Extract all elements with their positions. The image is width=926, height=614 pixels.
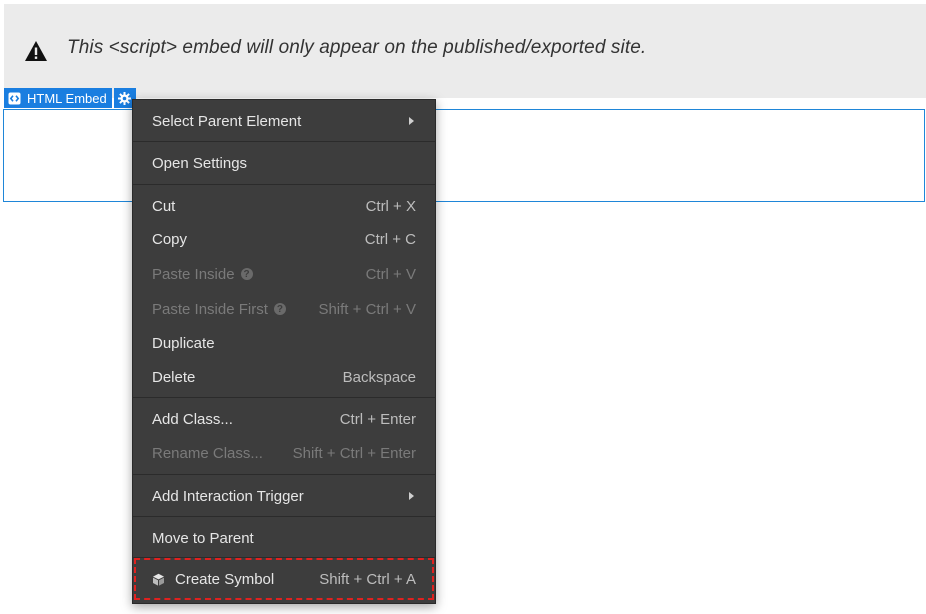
context-menu: Select Parent Element Open Settings Cut … bbox=[132, 99, 436, 604]
menu-item-paste-inside-first[interactable]: Paste Inside First ? Shift + Ctrl + V bbox=[133, 293, 435, 325]
element-badge: HTML Embed bbox=[4, 88, 136, 108]
menu-item-label: Cut bbox=[152, 197, 176, 215]
menu-item-add-class[interactable]: Add Class... Ctrl + Enter bbox=[133, 403, 435, 435]
menu-divider bbox=[133, 397, 435, 398]
help-icon[interactable]: ? bbox=[240, 268, 253, 280]
menu-item-shortcut: Ctrl + C bbox=[364, 230, 416, 248]
menu-item-rename-class[interactable]: Rename Class... Shift + Ctrl + Enter bbox=[133, 437, 435, 469]
menu-item-label: Open Settings bbox=[152, 154, 248, 172]
menu-item-label: Duplicate bbox=[152, 334, 215, 352]
menu-item-label-wrap: Paste Inside First ? bbox=[152, 301, 286, 318]
menu-item-move-to-parent[interactable]: Move to Parent bbox=[133, 522, 435, 554]
menu-item-shortcut: Ctrl + X bbox=[365, 197, 416, 215]
menu-item-label: Copy bbox=[152, 230, 188, 248]
menu-item-label-wrap: Paste Inside ? bbox=[152, 266, 253, 283]
help-icon[interactable]: ? bbox=[273, 303, 286, 315]
menu-divider bbox=[133, 141, 435, 142]
menu-item-duplicate[interactable]: Duplicate bbox=[133, 327, 435, 359]
menu-item-open-settings[interactable]: Open Settings bbox=[133, 147, 435, 179]
menu-item-select-parent-element[interactable]: Select Parent Element bbox=[133, 105, 435, 137]
menu-item-label: Move to Parent bbox=[152, 529, 254, 547]
menu-item-shortcut: Ctrl + V bbox=[365, 265, 416, 283]
menu-item-paste-inside[interactable]: Paste Inside ? Ctrl + V bbox=[133, 258, 435, 290]
submenu-arrow-icon bbox=[409, 117, 414, 125]
submenu-arrow-icon bbox=[409, 492, 414, 500]
symbol-cube-icon bbox=[153, 573, 164, 586]
menu-item-shortcut: Shift + Ctrl + V bbox=[318, 300, 416, 318]
embed-icon bbox=[8, 92, 21, 104]
menu-item-label: Paste Inside First bbox=[152, 300, 268, 318]
menu-item-shortcut: Backspace bbox=[342, 368, 416, 386]
menu-divider bbox=[133, 184, 435, 185]
element-badge-label: HTML Embed bbox=[27, 90, 107, 106]
menu-item-label: Create Symbol bbox=[175, 570, 275, 588]
menu-item-copy[interactable]: Copy Ctrl + C bbox=[133, 223, 435, 255]
gear-icon bbox=[118, 91, 132, 105]
menu-item-label: Add Interaction Trigger bbox=[152, 487, 304, 505]
menu-item-shortcut: Shift + Ctrl + A bbox=[319, 570, 416, 588]
menu-item-label: Rename Class... bbox=[152, 444, 263, 462]
menu-item-delete[interactable]: Delete Backspace bbox=[133, 361, 435, 393]
menu-item-shortcut: Shift + Ctrl + Enter bbox=[292, 444, 416, 462]
menu-item-label: Add Class... bbox=[152, 410, 233, 428]
menu-item-label: Select Parent Element bbox=[152, 112, 302, 130]
menu-item-create-symbol[interactable]: Create Symbol Shift + Ctrl + A bbox=[133, 563, 435, 595]
menu-item-label: Paste Inside bbox=[152, 265, 235, 283]
menu-item-cut[interactable]: Cut Ctrl + X bbox=[133, 190, 435, 222]
menu-item-label: Delete bbox=[152, 368, 196, 386]
menu-item-add-interaction-trigger[interactable]: Add Interaction Trigger bbox=[133, 480, 435, 512]
menu-item-label-wrap: Create Symbol bbox=[152, 571, 274, 588]
menu-item-shortcut: Ctrl + Enter bbox=[339, 410, 416, 428]
warning-icon bbox=[25, 41, 47, 61]
embed-notice-banner: This <script> embed will only appear on … bbox=[4, 4, 926, 98]
element-badge-label-tag[interactable]: HTML Embed bbox=[4, 88, 112, 108]
menu-divider bbox=[133, 516, 435, 517]
notice-text: This <script> embed will only appear on … bbox=[67, 37, 647, 58]
menu-divider bbox=[133, 474, 435, 475]
